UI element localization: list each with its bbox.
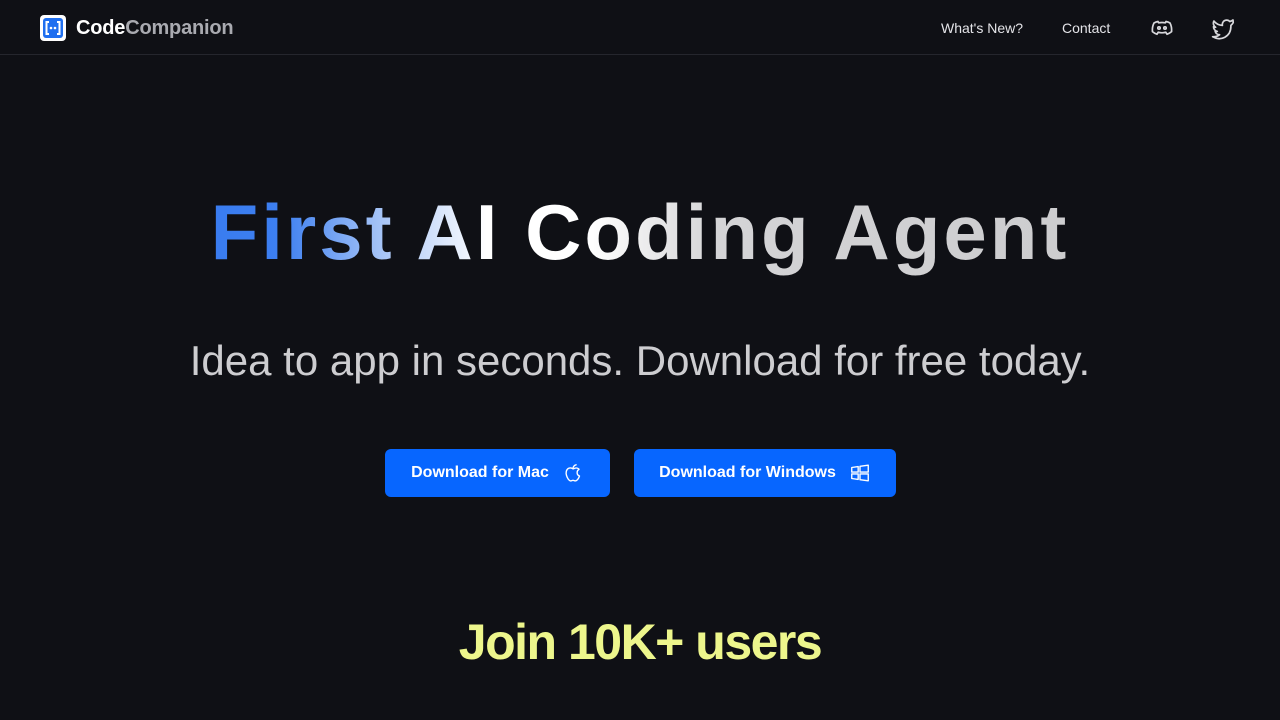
logo-text-code: Code xyxy=(76,17,126,39)
windows-icon xyxy=(850,464,869,482)
download-windows-button[interactable]: Download for Windows xyxy=(634,449,896,497)
code-companion-logo-icon xyxy=(40,15,66,41)
join-users-heading: Join 10K+ users xyxy=(458,614,823,670)
nav-link-whats-new[interactable]: What's New? xyxy=(941,18,1023,38)
nav-link-contact[interactable]: Contact xyxy=(1062,18,1110,38)
apple-icon xyxy=(565,464,581,482)
download-windows-label: Download for Windows xyxy=(659,464,836,481)
discord-icon xyxy=(1151,20,1173,36)
twitter-link[interactable] xyxy=(1211,16,1235,40)
navbar: CodeCompanion What's New? Contact xyxy=(0,0,1280,55)
hero-title: First AI Coding Agent xyxy=(0,186,1280,278)
download-mac-button[interactable]: Download for Mac xyxy=(385,449,610,497)
download-mac-label: Download for Mac xyxy=(411,464,549,481)
discord-link[interactable] xyxy=(1150,16,1174,40)
logo-wordmark: CodeCompanion xyxy=(76,15,234,41)
hero-subtitle: Idea to app in seconds. Download for fre… xyxy=(189,337,1091,384)
logo-link[interactable]: CodeCompanion xyxy=(40,15,234,41)
logo-text-companion: Companion xyxy=(125,17,234,39)
twitter-icon xyxy=(1211,19,1235,40)
